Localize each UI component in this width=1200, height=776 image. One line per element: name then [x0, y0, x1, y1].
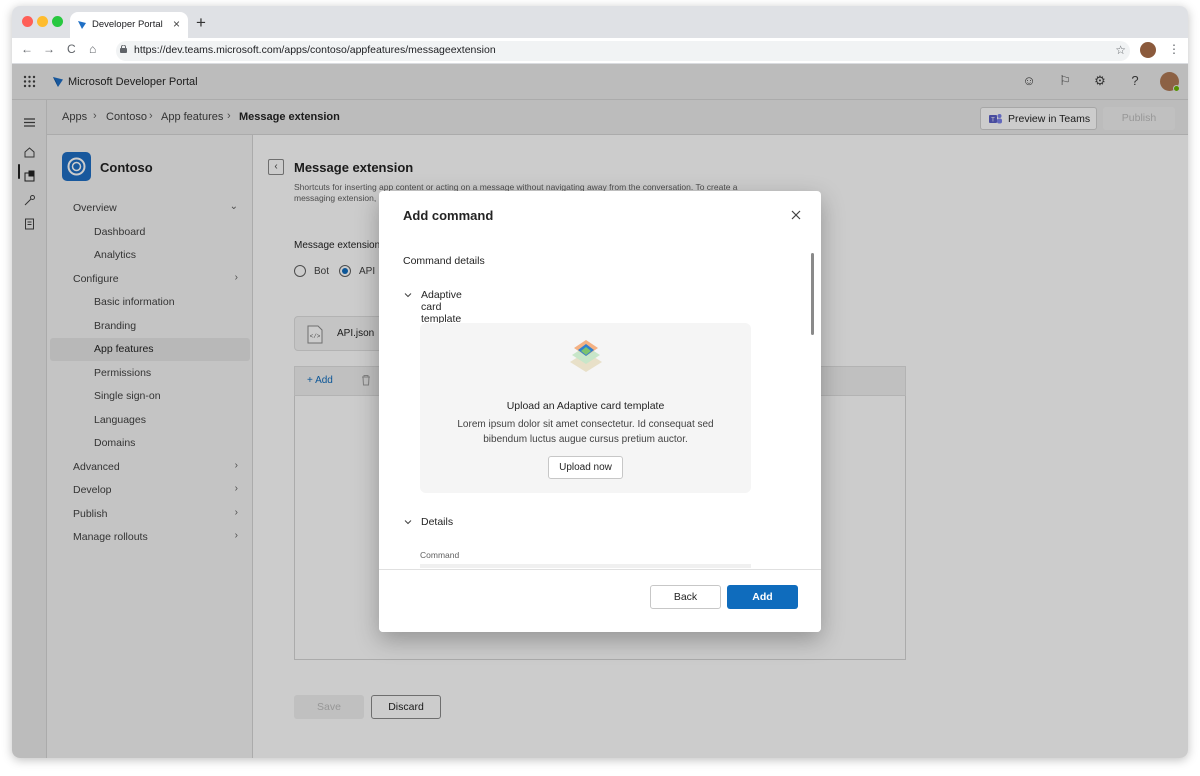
new-tab-button[interactable]: + [196, 13, 206, 33]
tab-close-icon[interactable]: × [173, 17, 180, 31]
browser-menu-icon[interactable]: ⋮ [1168, 42, 1180, 56]
tab-title: Developer Portal [92, 19, 163, 30]
add-button[interactable]: Add [727, 585, 798, 609]
command-field-label: Command [420, 550, 460, 560]
browser-tabstrip: Developer Portal × + [12, 6, 1188, 38]
accordion-label: Details [421, 516, 454, 528]
reload-icon[interactable]: C [67, 42, 76, 56]
dialog-footer: Back Add [379, 569, 821, 632]
section-heading: Command details [403, 255, 485, 267]
browser-toolbar: ← → C ⌂ https://dev.teams.microsoft.com/… [12, 38, 1188, 64]
back-arrow-icon[interactable]: ← [21, 42, 33, 56]
back-button[interactable]: Back [650, 585, 721, 609]
dialog-scrollbar[interactable] [811, 253, 814, 335]
profile-avatar[interactable] [1140, 42, 1156, 58]
upload-card-description: Lorem ipsum dolor sit amet consectetur. … [457, 419, 714, 445]
upload-now-button[interactable]: Upload now [548, 456, 623, 479]
url-text: https://dev.teams.microsoft.com/apps/con… [134, 44, 496, 56]
command-field[interactable] [420, 564, 751, 568]
upload-card: Upload an Adaptive card template Lorem i… [420, 323, 751, 493]
home-icon[interactable]: ⌂ [89, 42, 96, 56]
forward-arrow-icon[interactable]: → [43, 42, 55, 56]
close-icon[interactable] [789, 208, 803, 222]
lock-icon [120, 45, 127, 53]
chevron-down-icon [404, 293, 412, 298]
accordion-label: Adaptive card template [421, 289, 462, 325]
teams-favicon-icon [78, 21, 86, 29]
dialog-title: Add command [403, 208, 494, 223]
address-bar[interactable]: https://dev.teams.microsoft.com/apps/con… [116, 41, 1130, 61]
upload-card-title: Upload an Adaptive card template [506, 400, 665, 412]
chevron-down-icon [404, 520, 412, 525]
add-command-dialog: Add command Command details Adaptive car… [379, 191, 821, 632]
adaptive-card-illustration-icon [570, 340, 602, 372]
window-minimize-button[interactable] [37, 16, 48, 27]
bookmark-star-icon[interactable]: ☆ [1115, 43, 1126, 57]
window-close-button[interactable] [22, 16, 33, 27]
window-maximize-button[interactable] [52, 16, 63, 27]
browser-tab[interactable]: Developer Portal × [70, 12, 188, 38]
